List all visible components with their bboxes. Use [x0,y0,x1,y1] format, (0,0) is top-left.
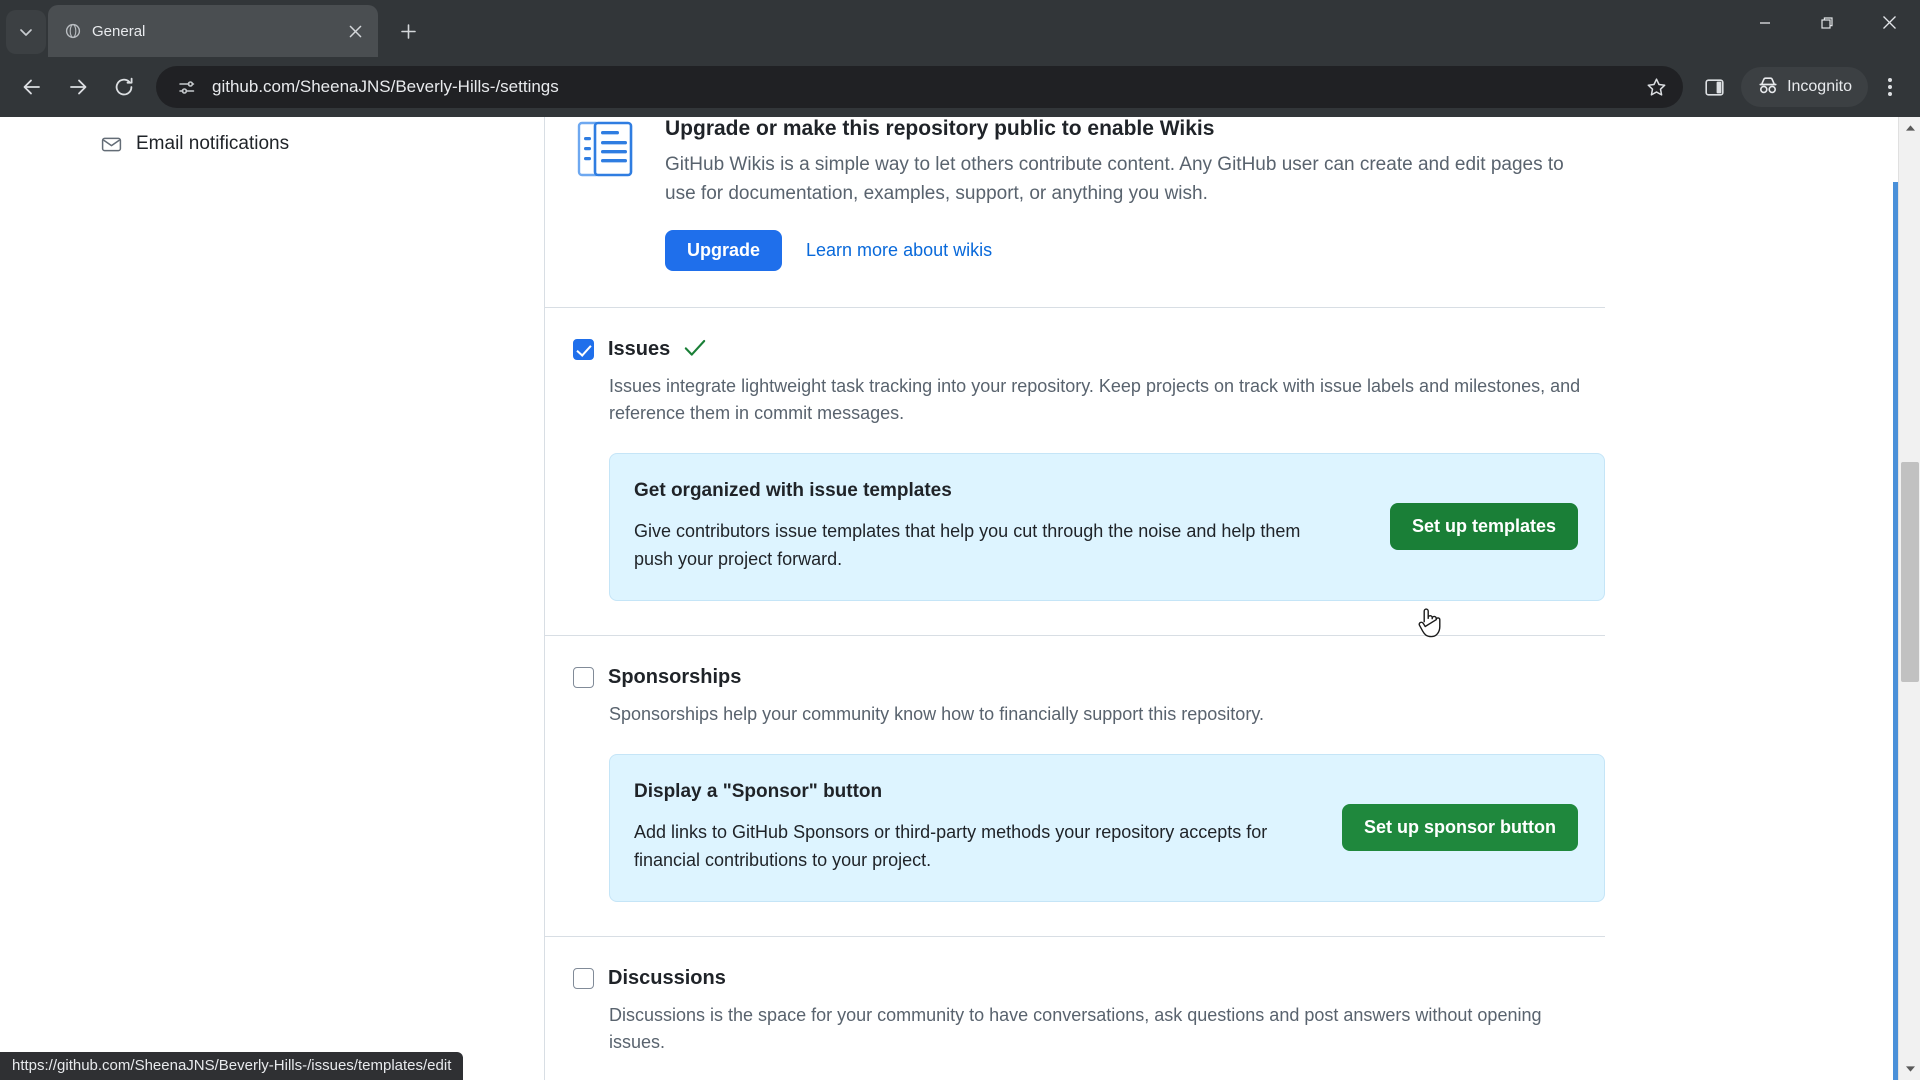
feature-sponsorships-description: Sponsorships help your community know ho… [609,703,1264,724]
restore-icon [1821,16,1833,29]
wikis-title: Upgrade or make this repository public t… [665,117,1215,140]
link-status-bar: https://github.com/SheenaJNS/Beverly-Hil… [0,1052,464,1080]
set-up-templates-button[interactable]: Set up templates [1389,503,1578,551]
wiki-document-icon [573,119,637,183]
globe-icon [64,22,82,40]
feature-discussions-label: Discussions [608,966,726,989]
feature-issues-label: Issues [608,338,671,360]
issue-templates-description: Give contributors issue templates that h… [634,521,1301,569]
sponsorships-checkbox[interactable] [573,666,594,688]
mail-icon [100,133,122,155]
feature-issues-header: Issues [573,338,1605,361]
incognito-icon [1757,75,1779,100]
feature-sponsorships: Sponsorships Sponsorships help your comm… [545,636,1605,936]
issue-templates-promo: Get organized with issue templates Give … [609,453,1605,601]
github-settings-page: Email notifications Upgrade or make this… [0,117,1920,1080]
settings-content: Upgrade or make this repository public t… [545,117,1920,1080]
issues-checkbox[interactable] [573,339,594,360]
incognito-indicator[interactable]: Incognito [1741,67,1868,107]
minimize-button[interactable] [1734,0,1796,45]
sponsor-promo-description: Add links to GitHub Sponsors or third-pa… [634,821,1268,870]
feature-sponsorships-header: Sponsorships [573,666,1605,689]
feature-discussions-description: Discussions is the space for your commun… [609,1004,1542,1052]
close-icon [1882,16,1896,29]
scroll-up-icon[interactable] [1899,117,1920,139]
tune-icon[interactable] [170,71,202,103]
page-viewport: Email notifications Upgrade or make this… [0,117,1920,1080]
minimize-icon [1760,21,1770,24]
tab-general[interactable]: General [48,5,378,57]
discussions-checkbox[interactable] [573,967,594,989]
star-icon[interactable] [1635,66,1677,108]
arrow-right-icon [70,79,87,95]
feature-issues-description: Issues integrate lightweight task tracki… [609,376,1581,423]
omnibox-actions [1635,66,1677,108]
wikis-actions: Upgrade Learn more about wikis [665,230,1605,271]
tab-title: General [92,22,146,40]
maximize-button[interactable] [1796,0,1858,45]
side-panel-icon[interactable] [1693,66,1735,108]
wikis-upgrade-block: Upgrade or make this repository public t… [545,117,1605,307]
sidebar-item-email-notifications[interactable]: Email notifications [0,127,544,161]
set-up-sponsor-button[interactable]: Set up sponsor button [1342,804,1578,852]
chevron-down-icon [20,29,32,36]
three-dots-icon[interactable] [1870,65,1910,109]
upgrade-button[interactable]: Upgrade [665,230,783,271]
scrollbar-thumb[interactable] [1901,462,1919,682]
feature-discussions-header: Discussions [573,967,1605,990]
tab-strip: General [0,0,1920,57]
feature-sponsorships-label: Sponsorships [608,665,742,688]
plus-icon [400,23,416,39]
sponsor-button-promo: Display a "Sponsor" button Add links to … [609,753,1605,902]
window-controls [1734,0,1920,45]
browser-window: General github.com/SheenaJNS/Beverly-Hil… [0,0,1920,1080]
reload-icon [115,77,133,96]
forward-button[interactable] [56,65,100,109]
reload-button[interactable] [102,65,146,109]
feature-issues: Issues Issues integrate lightweight task… [545,308,1605,635]
wikis-description: GitHub Wikis is a simple way to let othe… [665,154,1564,204]
saved-check-icon [684,339,706,361]
address-bar[interactable]: github.com/SheenaJNS/Beverly-Hills-/sett… [156,66,1684,108]
back-button[interactable] [10,65,54,109]
settings-sidebar: Email notifications [0,117,545,1080]
page-scrollbar[interactable] [1898,117,1920,1080]
feature-discussions: Discussions Discussions is the space for… [545,937,1605,1080]
sidebar-item-label: Email notifications [136,133,290,154]
arrow-left-icon [23,79,40,95]
close-icon[interactable] [342,18,368,44]
sponsor-promo-title: Display a "Sponsor" button [634,780,883,802]
learn-more-wikis-link[interactable]: Learn more about wikis [806,240,992,261]
issue-templates-title: Get organized with issue templates [634,480,952,501]
url-text[interactable]: github.com/SheenaJNS/Beverly-Hills-/sett… [202,77,1635,97]
new-tab-button[interactable] [390,13,426,49]
window-close-button[interactable] [1858,0,1920,45]
tab-search-button[interactable] [6,10,46,54]
incognito-label: Incognito [1787,78,1852,95]
browser-toolbar: github.com/SheenaJNS/Beverly-Hills-/sett… [0,57,1920,117]
scroll-down-icon[interactable] [1899,1058,1920,1080]
